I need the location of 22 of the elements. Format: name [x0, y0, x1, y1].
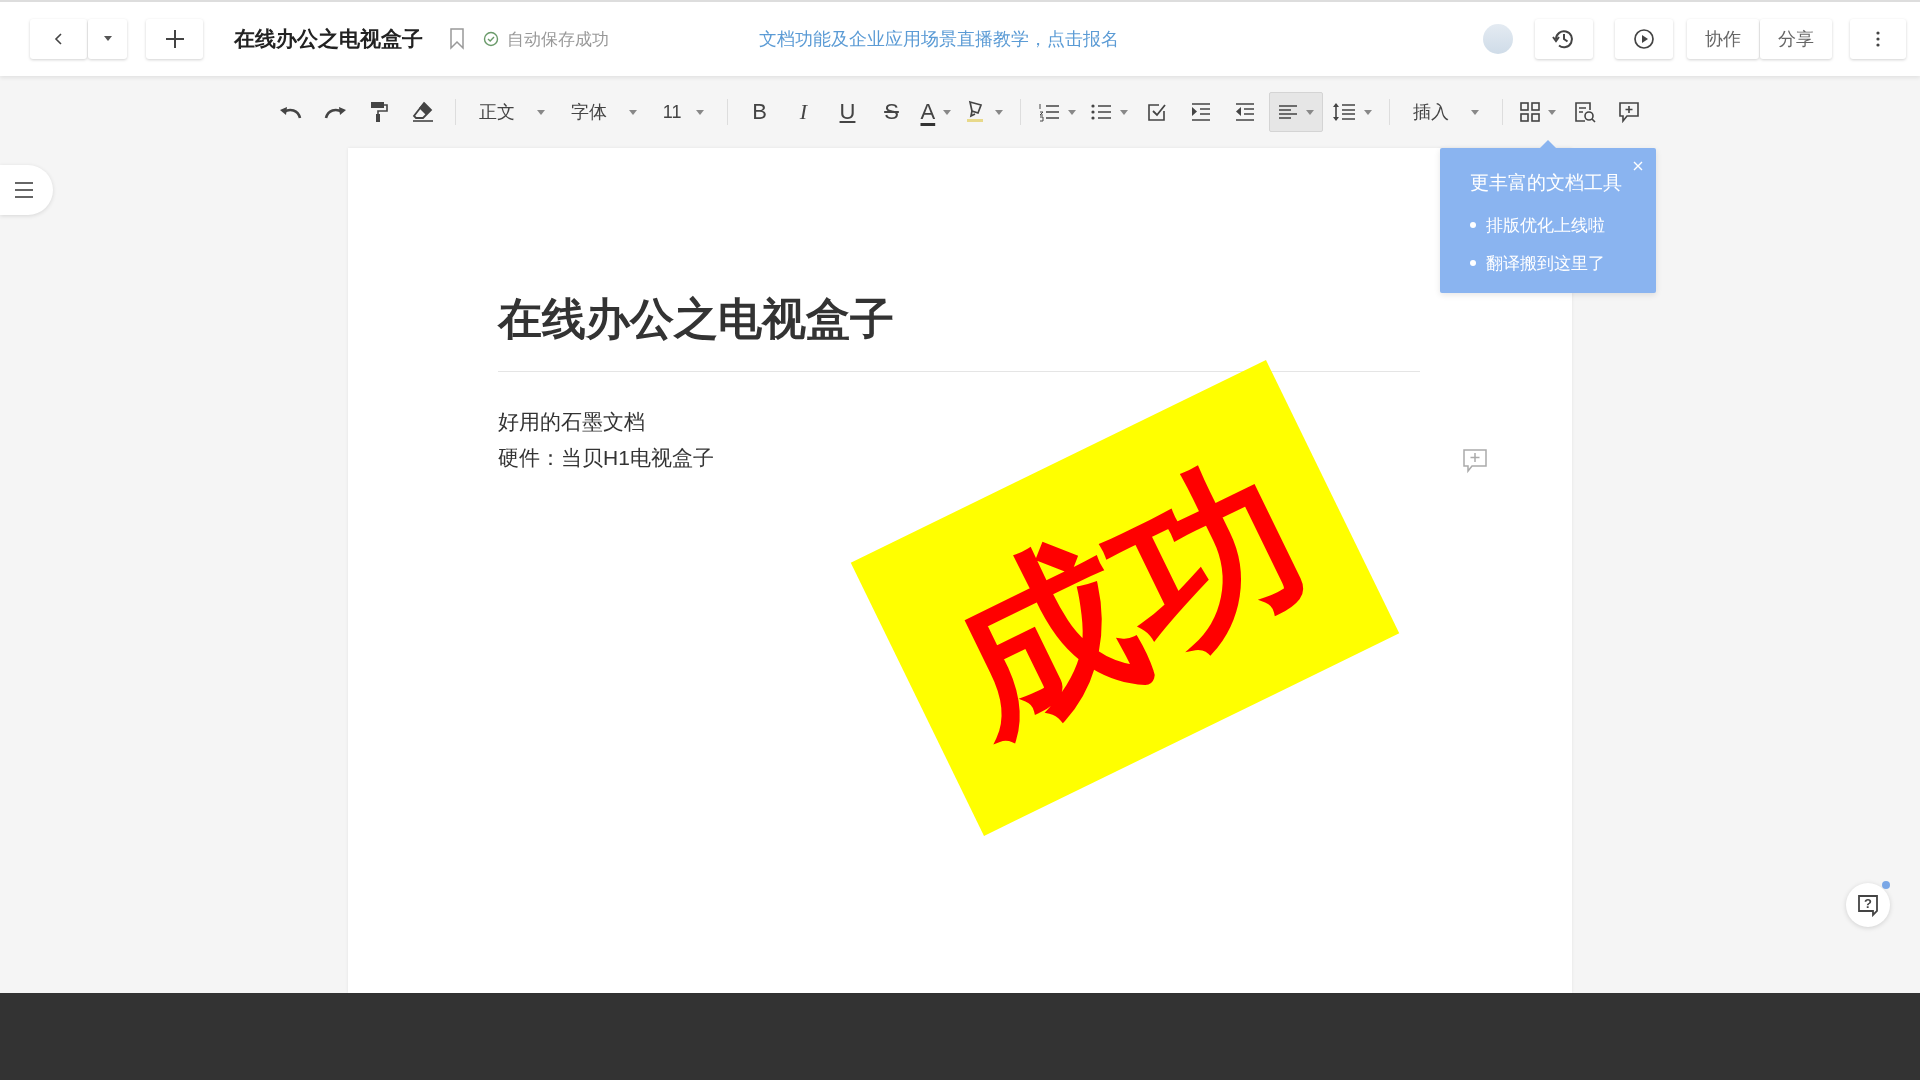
help-button[interactable]: ? [1846, 883, 1890, 927]
paragraph: 硬件：当贝H1电视盒子 [498, 444, 715, 471]
insert-dropdown[interactable]: 插入 [1402, 92, 1491, 132]
font-color-button[interactable]: A [915, 92, 957, 132]
underline-button[interactable]: U [827, 92, 868, 132]
document-title: 在线办公之电视盒子 [234, 26, 423, 52]
strikethrough-button[interactable]: S [871, 92, 912, 132]
header-text-button[interactable]: 分享 [1760, 19, 1832, 59]
tip-item: 翻译搬到这里了 [1486, 252, 1605, 275]
paragraph-style-dropdown[interactable]: 正文 [467, 92, 556, 132]
header-text-button[interactable]: 协作 [1687, 19, 1759, 59]
help-icon: ? [1856, 893, 1880, 917]
italic-button[interactable]: I [783, 92, 824, 132]
font-size-dropdown[interactable]: 11 [651, 92, 715, 132]
tip-item: 排版优化上线啦 [1486, 214, 1605, 237]
bold-button[interactable]: B [739, 92, 780, 132]
font-dropdown[interactable]: 字体 [559, 92, 648, 132]
stamp-text: 成功 [923, 438, 1327, 758]
save-status: 自动保存成功 [507, 28, 609, 51]
tip-title: 更丰富的文档工具 [1470, 171, 1623, 195]
document-heading: 在线办公之电视盒子 [498, 293, 895, 345]
paragraph: 好用的石墨文档 [498, 408, 646, 435]
